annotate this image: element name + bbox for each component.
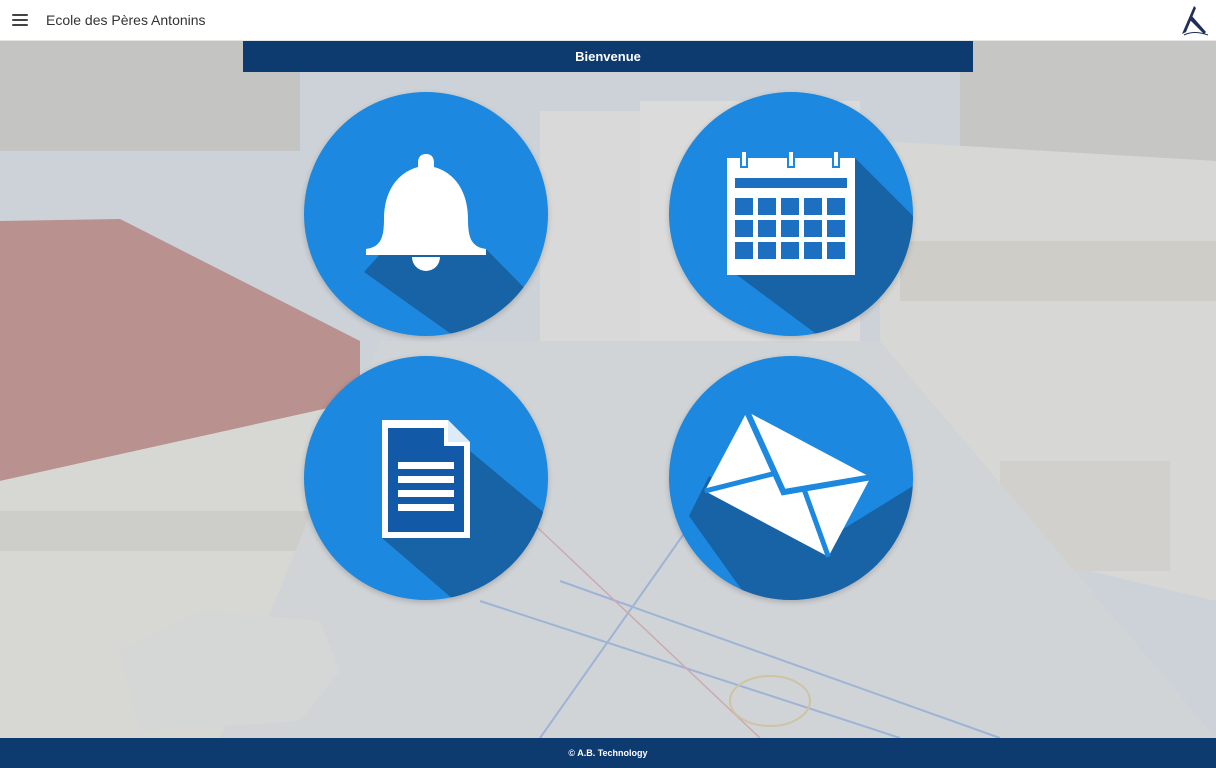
welcome-banner: Bienvenue bbox=[243, 41, 973, 72]
footer: © A.B. Technology bbox=[0, 738, 1216, 768]
hamburger-menu-icon[interactable] bbox=[12, 14, 28, 26]
school-background-image bbox=[0, 41, 1216, 738]
document-icon bbox=[382, 420, 548, 600]
school-logo-icon bbox=[1182, 6, 1209, 36]
calendar-tile[interactable] bbox=[669, 92, 913, 336]
documents-tile[interactable] bbox=[304, 356, 548, 600]
calendar-icon bbox=[727, 150, 913, 336]
messages-tile[interactable] bbox=[669, 356, 913, 600]
app-title: Ecole des Pères Antonins bbox=[46, 12, 206, 28]
top-bar: Ecole des Pères Antonins bbox=[0, 0, 1216, 41]
envelope-icon bbox=[689, 410, 913, 600]
notifications-tile[interactable] bbox=[304, 92, 548, 336]
bell-icon bbox=[364, 154, 548, 336]
hero-background bbox=[0, 41, 1216, 738]
footer-copyright: © A.B. Technology bbox=[568, 748, 648, 758]
